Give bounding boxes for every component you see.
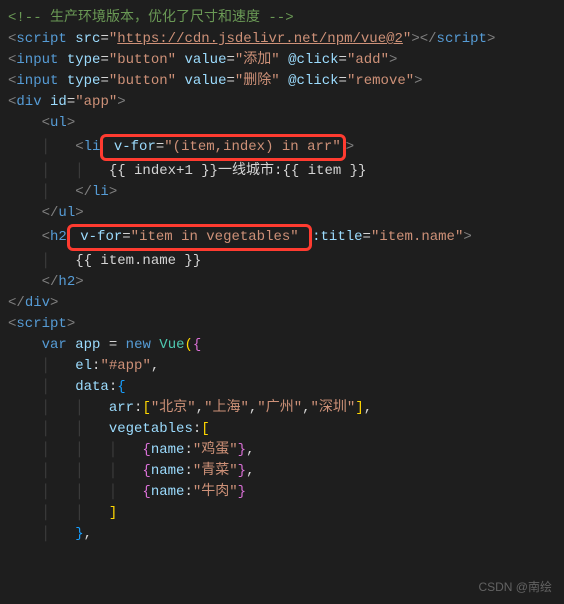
highlight-box: v-for="(item,index) in arr" (100, 134, 345, 161)
code-line: │ │ arr:["北京","上海","广州","深圳"], (8, 398, 556, 419)
code-line: <input type="button" value="添加" @click="… (8, 50, 556, 71)
code-line: │ │ vegetables:[ (8, 419, 556, 440)
code-line: │ </li> (8, 182, 556, 203)
highlight-box: v-for="item in vegetables" (67, 224, 312, 251)
code-line: <script src="https://cdn.jsdelivr.net/np… (8, 29, 556, 50)
code-line: │ │ │ {name:"牛肉"} (8, 482, 556, 503)
code-line: <ul> (8, 113, 556, 134)
code-line: │ el:"#app", (8, 356, 556, 377)
code-line: │ <li v-for="(item,index) in arr"> (8, 134, 556, 161)
code-line: var app = new Vue({ (8, 335, 556, 356)
code-line: </h2> (8, 272, 556, 293)
code-line: │ │ ] (8, 503, 556, 524)
code-line: │ }, (8, 524, 556, 545)
code-line: <input type="button" value="删除" @click="… (8, 71, 556, 92)
code-line: │ │ │ {name:"鸡蛋"}, (8, 440, 556, 461)
code-line: │ │ │ {name:"青菜"}, (8, 461, 556, 482)
watermark: CSDN @南绘 (478, 578, 552, 596)
code-line: <script> (8, 314, 556, 335)
code-line: <h2 v-for="item in vegetables" :title="i… (8, 224, 556, 251)
code-line: │ │ {{ index+1 }}一线城市:{{ item }} (8, 161, 556, 182)
code-editor: <!-- 生产环境版本，优化了尺寸和速度 --> <script src="ht… (8, 8, 556, 545)
code-line: </ul> (8, 203, 556, 224)
code-line: <!-- 生产环境版本，优化了尺寸和速度 --> (8, 8, 556, 29)
code-line: <div id="app"> (8, 92, 556, 113)
code-line: </div> (8, 293, 556, 314)
code-line: │ {{ item.name }} (8, 251, 556, 272)
code-line: │ data:{ (8, 377, 556, 398)
